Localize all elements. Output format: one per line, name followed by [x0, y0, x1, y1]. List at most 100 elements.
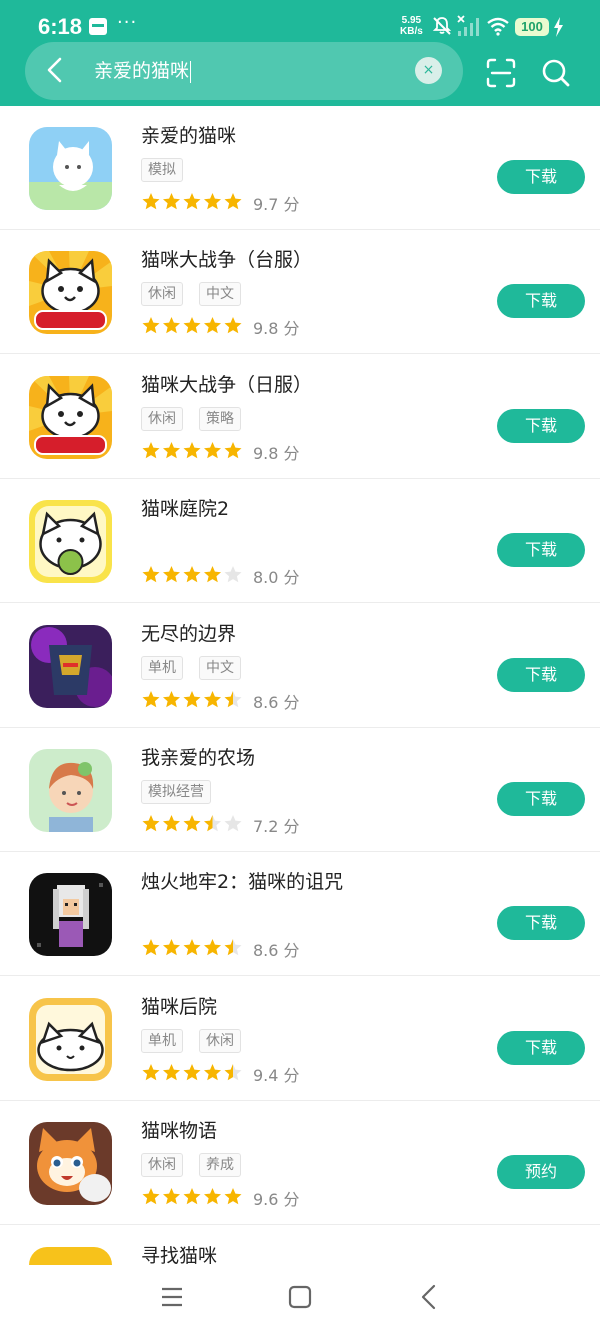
app-tags: 模拟经营 — [141, 780, 227, 804]
app-tags: 单机 中文 — [141, 655, 257, 680]
app-tag: 休闲 — [199, 1028, 241, 1053]
star-icon — [163, 815, 180, 832]
star-rating — [142, 1188, 242, 1205]
star-icon — [204, 1063, 221, 1080]
star-rating — [142, 1063, 242, 1080]
signal-icon — [457, 15, 479, 36]
search-box — [25, 42, 463, 100]
star-icon — [183, 566, 201, 583]
app-name[interactable]: 猫咪庭院2 — [141, 495, 229, 523]
download-button[interactable]: 下载 — [497, 1030, 585, 1065]
reserve-button[interactable]: 预约 — [497, 1155, 585, 1190]
app-name[interactable]: 猫咪大战争（台服） — [141, 246, 312, 274]
app-tag: 休闲 — [141, 1153, 183, 1178]
app-score: 8.6 分 — [253, 941, 300, 961]
farm-girl-icon[interactable] — [29, 749, 112, 832]
star-icon — [224, 193, 242, 210]
download-button[interactable]: 下载 — [497, 906, 585, 941]
star-icon — [142, 317, 160, 334]
star-icon — [183, 193, 201, 210]
search-input[interactable]: 亲爱的猫咪 — [94, 58, 192, 84]
download-button[interactable]: 下载 — [497, 782, 585, 816]
app-tags: 休闲 中文 — [141, 282, 257, 307]
close-icon[interactable]: × — [415, 57, 442, 84]
cat-game-icon[interactable] — [29, 127, 112, 210]
battle-cats-icon[interactable] — [29, 251, 112, 335]
app-list-item[interactable]: 无尽的边界 单机 中文 8.6 分 下载 — [0, 604, 600, 728]
star-icon — [163, 1063, 180, 1080]
app-tag: 中文 — [199, 282, 241, 307]
top-bar: 6:18 ··· 5.95 KB/s 100 亲爱的猫咪 × — [0, 0, 600, 106]
app-list-item[interactable]: 烛火地牢2：猫咪的诅咒 8.6 分 下载 — [0, 852, 600, 977]
star-icon — [142, 1063, 160, 1080]
download-button[interactable]: 下载 — [497, 533, 585, 568]
app-name[interactable]: 无尽的边界 — [141, 620, 236, 648]
star-rating — [142, 690, 242, 707]
app-tag: 养成 — [199, 1153, 241, 1178]
star-icon — [183, 939, 201, 956]
chevron-left-icon[interactable] — [40, 55, 70, 85]
app-tag: 策略 — [199, 406, 241, 431]
app-list-item[interactable]: 猫咪物语休闲 养成 9.6 分 预约 — [0, 1101, 600, 1226]
star-icon — [224, 939, 242, 956]
star-icon — [163, 441, 180, 458]
app-tags: 休闲 策略 — [141, 406, 257, 431]
app-list-item[interactable]: 猫咪大战争（台服） 休闲 中文 9.8 分 下载 — [0, 230, 600, 355]
star-icon — [142, 939, 160, 956]
search-icon[interactable] — [541, 58, 571, 88]
app-list-item[interactable]: 亲爱的猫咪 模拟 9.7 分 下载 — [0, 106, 600, 230]
star-rating — [142, 939, 242, 956]
app-tags: 休闲 养成 — [141, 1153, 257, 1178]
app-tag: 模拟经营 — [141, 780, 211, 804]
app-name[interactable]: 我亲爱的农场 — [141, 744, 255, 772]
star-rating — [142, 441, 242, 458]
app-score: 9.4 分 — [253, 1065, 300, 1085]
cat-courtyard-icon[interactable] — [29, 500, 112, 584]
system-nav-bar — [0, 1265, 600, 1333]
app-tag: 模拟 — [141, 158, 183, 182]
app-score: 9.6 分 — [253, 1190, 300, 1210]
star-icon — [204, 441, 221, 458]
cat-story-icon[interactable] — [29, 1122, 112, 1206]
download-button[interactable]: 下载 — [497, 160, 585, 194]
scan-icon[interactable] — [486, 58, 516, 88]
warrior-game-icon[interactable] — [29, 624, 112, 708]
app-score: 9.8 分 — [253, 319, 300, 339]
star-icon — [142, 193, 160, 210]
star-icon — [183, 815, 201, 832]
star-icon — [142, 1188, 160, 1205]
battle-cats-icon[interactable] — [29, 375, 112, 459]
neko-backyard-icon[interactable] — [29, 997, 112, 1081]
app-tag: 休闲 — [141, 406, 183, 431]
app-name[interactable]: 烛火地牢2：猫咪的诅咒 — [141, 868, 343, 896]
star-icon — [224, 1188, 242, 1205]
star-rating — [142, 193, 242, 210]
calendar-notification-icon — [89, 18, 107, 35]
app-name[interactable]: 猫咪大战争（日服） — [141, 371, 312, 399]
menu-icon[interactable] — [160, 1285, 184, 1309]
app-list-item[interactable]: 我亲爱的农场 模拟经营 7.2 分 下载 — [0, 728, 600, 852]
download-button[interactable]: 下载 — [497, 408, 585, 443]
network-speed-unit: KB/s — [400, 26, 423, 37]
app-list-item[interactable]: 猫咪大战争（日服） 休闲 策略 9.8 分 下载 — [0, 355, 600, 479]
download-button[interactable]: 下载 — [497, 657, 585, 692]
star-icon — [224, 566, 242, 583]
app-list-item[interactable]: 猫咪后院 单机 休闲 9.4 分 下载 — [0, 977, 600, 1101]
home-icon[interactable] — [287, 1284, 313, 1310]
pixel-dungeon-icon[interactable] — [29, 873, 112, 957]
back-icon[interactable] — [417, 1284, 441, 1310]
charging-icon — [554, 17, 563, 37]
download-button[interactable]: 下载 — [497, 284, 585, 319]
star-icon — [204, 939, 221, 956]
wifi-icon — [487, 17, 509, 36]
more-notifications-icon: ··· — [117, 12, 138, 33]
app-tags: 模拟 — [141, 158, 199, 182]
star-icon — [142, 690, 160, 707]
star-icon — [183, 1188, 201, 1205]
star-icon — [204, 193, 221, 210]
star-rating — [142, 566, 242, 583]
app-name[interactable]: 猫咪物语 — [141, 1117, 217, 1145]
app-list-item[interactable]: 猫咪庭院2 8.0 分 下载 — [0, 479, 600, 604]
app-name[interactable]: 亲爱的猫咪 — [141, 122, 236, 150]
app-name[interactable]: 猫咪后院 — [141, 993, 217, 1021]
